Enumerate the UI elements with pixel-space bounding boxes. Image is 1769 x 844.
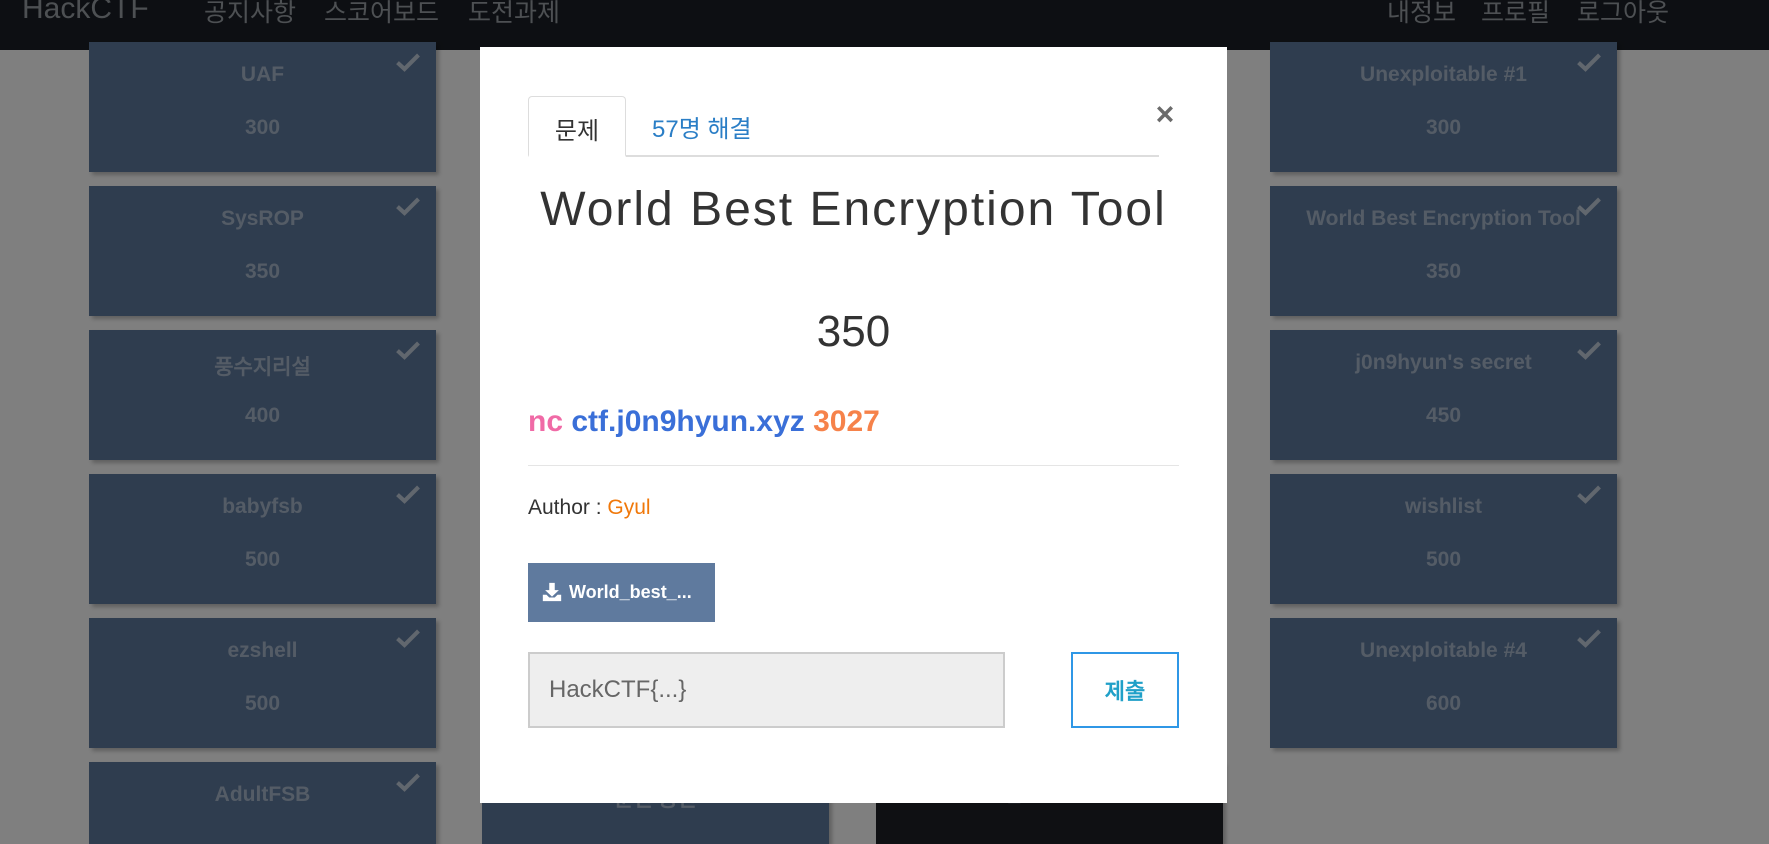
challenge-points: 350: [816, 307, 891, 356]
author-line: Author : Gyul: [528, 496, 651, 520]
connection-info: nc ctf.j0n9hyun.xyz 3027: [528, 405, 880, 439]
tab-problem[interactable]: 문제: [528, 96, 626, 157]
author-name: Gyul: [607, 496, 651, 519]
tab-solvers[interactable]: 57명 해결: [652, 109, 752, 144]
connection-port: 3027: [813, 405, 880, 438]
download-icon: [542, 582, 562, 602]
submit-button[interactable]: 제출: [1071, 652, 1179, 728]
connection-command: nc: [528, 405, 564, 438]
close-icon[interactable]: ×: [1150, 98, 1180, 130]
connection-host: ctf.j0n9hyun.xyz: [571, 405, 805, 438]
flag-input[interactable]: [528, 652, 1005, 728]
challenge-modal: 문제 57명 해결 × World Best Encryption Tool 3…: [480, 47, 1227, 803]
download-filename: World_best_...: [569, 582, 692, 602]
download-button[interactable]: World_best_...: [528, 563, 715, 622]
challenge-title: World Best Encryption Tool: [540, 183, 1167, 236]
author-label: Author :: [528, 496, 602, 519]
divider: [528, 465, 1179, 466]
